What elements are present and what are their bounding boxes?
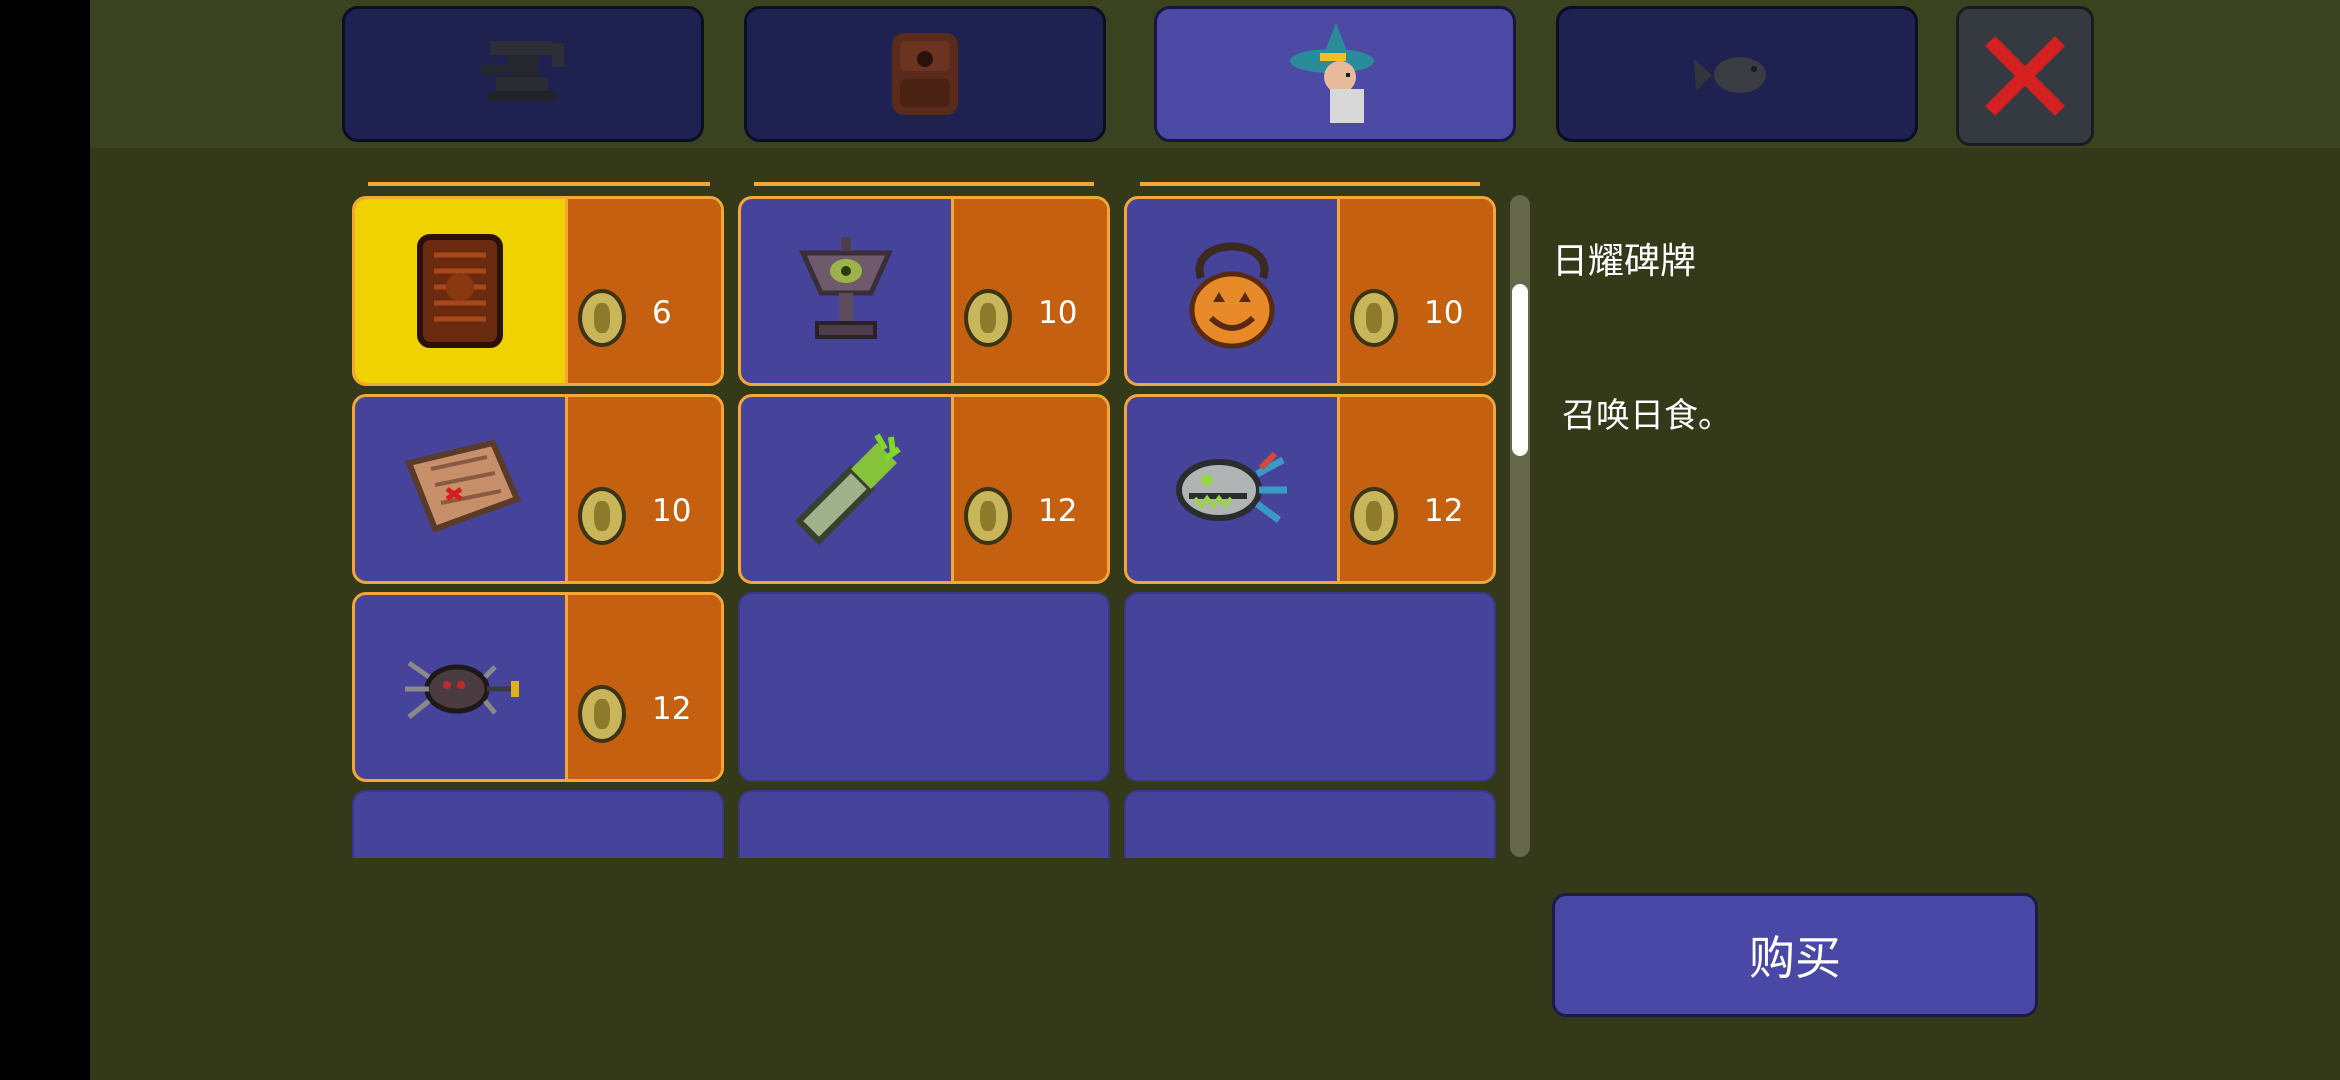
price-pane: 10 [951, 199, 1107, 383]
tab-crafting[interactable] [342, 6, 704, 142]
shop-slot[interactable]: 10 [738, 196, 1110, 386]
item-price: 12 [652, 691, 692, 727]
item-price: 10 [1424, 295, 1464, 331]
price-pane: 6 [565, 199, 721, 383]
shop-slot[interactable]: 10 [1124, 196, 1496, 386]
empty-slot[interactable] [1124, 592, 1496, 782]
item-icon-pane [355, 595, 565, 779]
price-pane: 10 [1337, 199, 1493, 383]
shop-slot[interactable]: 12 [738, 394, 1110, 584]
price-pane: 12 [565, 595, 721, 779]
item-icon-pane [1127, 199, 1337, 383]
item-price: 6 [652, 295, 672, 331]
item-icon-pane [355, 199, 565, 383]
gold-coin-icon [578, 685, 626, 743]
shop-grid: 6 10 10 10 12 12 12 [352, 178, 1500, 858]
gold-coin-icon [578, 289, 626, 347]
mechanical-spider-icon [405, 660, 519, 719]
gold-coin-icon [578, 487, 626, 545]
price-pane: 10 [565, 397, 721, 581]
close-button[interactable] [1956, 6, 2094, 146]
scrollbar-thumb[interactable] [1512, 284, 1528, 456]
fish-icon [1694, 57, 1766, 93]
buy-button[interactable]: 购买 [1552, 893, 2038, 1017]
shop-slot[interactable]: 12 [352, 592, 724, 782]
item-price: 10 [1038, 295, 1078, 331]
item-icon-pane [355, 397, 565, 581]
gold-coin-icon [964, 487, 1012, 545]
tab-inventory[interactable] [744, 6, 1106, 142]
green-bottle-icon [794, 433, 901, 546]
item-icon-pane [741, 199, 951, 383]
screen-edge [0, 0, 90, 1080]
gold-coin-icon [1350, 289, 1398, 347]
shop-slot[interactable]: 10 [352, 394, 724, 584]
empty-slot[interactable] [738, 592, 1110, 782]
item-description: 召唤日食。 [1562, 396, 1732, 436]
item-price: 10 [652, 493, 692, 529]
gold-coin-icon [964, 289, 1012, 347]
item-price: 12 [1038, 493, 1078, 529]
shop-slot[interactable]: 12 [1124, 394, 1496, 584]
gold-coin-icon [1350, 487, 1398, 545]
empty-slot[interactable] [738, 790, 1110, 858]
trophy-icon [799, 237, 893, 339]
solar-tablet-icon [417, 234, 503, 348]
close-x-icon [1985, 36, 2065, 116]
item-name: 日耀碑牌 [1552, 241, 1697, 282]
backpack-icon [892, 33, 958, 115]
map-scroll-icon [404, 439, 522, 533]
wizard-npc-icon [1290, 23, 1374, 123]
tab-wizard-shop[interactable] [1154, 6, 1516, 142]
item-icon-pane [741, 397, 951, 581]
anvil-icon [482, 41, 564, 101]
item-icon-pane [1127, 397, 1337, 581]
skull-fish-icon [1176, 451, 1287, 523]
item-price: 12 [1424, 493, 1464, 529]
price-pane: 12 [1337, 397, 1493, 581]
empty-slot[interactable] [1124, 790, 1496, 858]
pumpkin-medallion-icon [1189, 242, 1275, 349]
empty-slot[interactable] [352, 790, 724, 858]
tab-fishing[interactable] [1556, 6, 1918, 142]
price-pane: 12 [951, 397, 1107, 581]
shop-slot[interactable]: 6 [352, 196, 724, 386]
